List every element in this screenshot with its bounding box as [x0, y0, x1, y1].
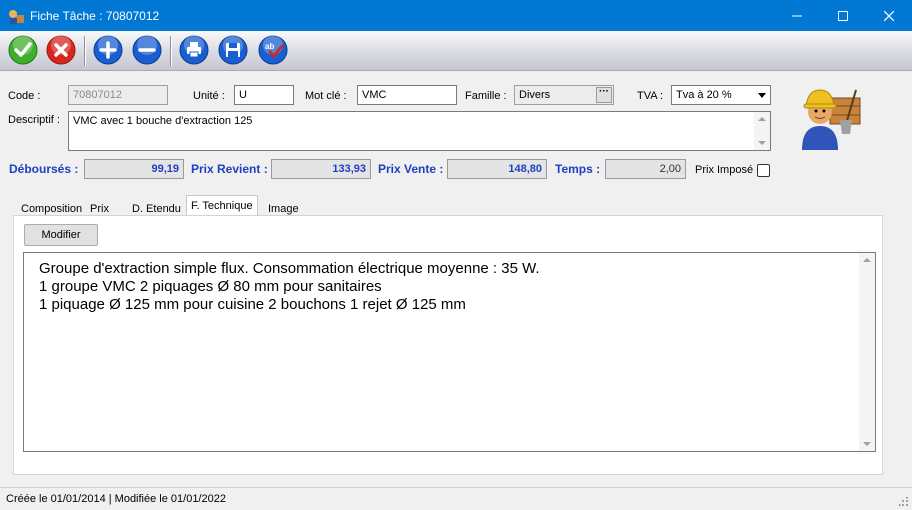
motcle-field[interactable]: VMC: [357, 85, 457, 105]
technique-document[interactable]: Groupe d'extraction simple flux. Consomm…: [23, 252, 876, 452]
check-icon: [8, 35, 38, 65]
motcle-label: Mot clé :: [305, 90, 347, 102]
scroll-up-icon[interactable]: [863, 258, 871, 262]
spellcheck-icon: ab: [258, 35, 288, 65]
title-bar: Fiche Tâche : 70807012: [0, 0, 912, 31]
remove-button[interactable]: [132, 35, 162, 65]
resize-grip-icon[interactable]: [899, 497, 909, 507]
svg-text:ab: ab: [265, 42, 274, 51]
temps-label: Temps :: [555, 162, 601, 176]
unite-field[interactable]: U: [234, 85, 294, 105]
technique-line: 1 piquage Ø 125 mm pour cuisine 2 boucho…: [39, 296, 466, 313]
scroll-down-icon[interactable]: [758, 141, 766, 145]
tva-value: Tva à 20 %: [676, 89, 732, 101]
cancel-button[interactable]: [46, 35, 76, 65]
toolbar: ab: [0, 31, 912, 71]
minimize-icon: [792, 15, 802, 16]
validate-button[interactable]: [8, 35, 38, 65]
add-button[interactable]: [93, 35, 123, 65]
technique-line: Groupe d'extraction simple flux. Consomm…: [39, 260, 540, 277]
temps-value: 2,00: [605, 159, 686, 179]
toolbar-separator: [84, 36, 85, 66]
debourses-label: Déboursés :: [9, 162, 79, 176]
floppy-disk-icon: [218, 35, 248, 65]
chevron-down-icon: [758, 93, 766, 98]
tva-label: TVA :: [637, 90, 664, 102]
minimize-button[interactable]: [774, 0, 820, 31]
prix-revient-label: Prix Revient :: [191, 162, 268, 176]
prix-vente-value: 148,80: [447, 159, 547, 179]
spellcheck-button[interactable]: ab: [258, 35, 288, 65]
print-button[interactable]: [179, 35, 209, 65]
scroll-up-icon[interactable]: [758, 117, 766, 121]
famille-value: Divers: [519, 89, 551, 101]
tab-f-technique[interactable]: F. Technique: [186, 195, 258, 217]
toolbar-separator: [170, 36, 171, 66]
x-icon: [46, 35, 76, 65]
close-button[interactable]: [866, 0, 912, 31]
save-button[interactable]: [218, 35, 248, 65]
code-label: Code :: [8, 90, 41, 102]
worker-app-icon: [9, 10, 24, 24]
tva-select[interactable]: Tva à 20 %: [671, 85, 771, 105]
technique-line: 1 groupe VMC 2 piquages Ø 80 mm pour san…: [39, 278, 382, 295]
minus-icon: [132, 35, 162, 65]
prix-vente-label: Prix Vente :: [378, 162, 444, 176]
maximize-button[interactable]: [820, 0, 866, 31]
code-field[interactable]: 70807012: [68, 85, 168, 105]
descriptif-textarea[interactable]: VMC avec 1 bouche d'extraction 125: [68, 111, 771, 151]
famille-field[interactable]: Divers ···: [514, 85, 614, 105]
worker-illustration-icon: [802, 89, 861, 150]
status-bar: Créée le 01/01/2014 | Modifiée le 01/01/…: [0, 487, 912, 510]
descriptif-scrollbar[interactable]: [754, 112, 770, 150]
close-icon: [884, 10, 894, 21]
window-title: Fiche Tâche : 70807012: [30, 9, 160, 23]
modifier-button[interactable]: Modifier: [24, 224, 98, 246]
scroll-down-icon[interactable]: [863, 442, 871, 446]
descriptif-label: Descriptif :: [8, 114, 60, 126]
maximize-icon: [838, 10, 848, 21]
debourses-value: 99,19: [84, 159, 184, 179]
plus-icon: [93, 35, 123, 65]
ellipsis-icon[interactable]: ···: [596, 87, 612, 103]
unite-label: Unité :: [193, 90, 225, 102]
prix-impose-label: Prix Imposé: [695, 164, 754, 176]
prix-impose-checkbox[interactable]: [757, 164, 770, 177]
technique-scrollbar[interactable]: [859, 253, 875, 451]
prix-revient-value: 133,93: [271, 159, 371, 179]
famille-label: Famille :: [465, 90, 507, 102]
status-text: Créée le 01/01/2014 | Modifiée le 01/01/…: [6, 493, 226, 505]
descriptif-text: VMC avec 1 bouche d'extraction 125: [73, 115, 253, 127]
printer-icon: [179, 35, 209, 65]
